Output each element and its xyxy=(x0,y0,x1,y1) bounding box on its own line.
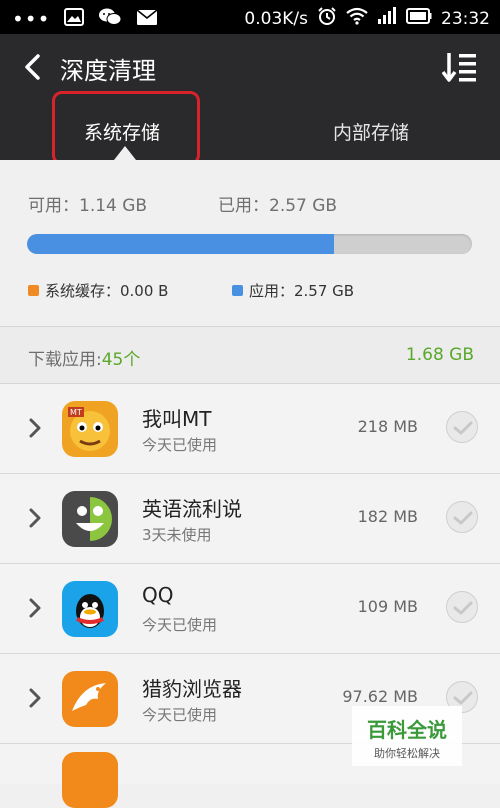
signal-icon xyxy=(377,7,397,30)
watermark-logo: 百科全说 助你轻松解决 xyxy=(352,706,462,766)
watermark-subtitle: 助你轻松解决 xyxy=(374,747,440,760)
clock: 23:32 xyxy=(441,8,490,29)
app-last-used: 3天未使用 xyxy=(142,526,212,544)
image-icon xyxy=(64,8,85,30)
header: 深度清理 系统存储 内部存储 xyxy=(0,34,500,165)
legend-system-cache: 系统缓存：0.00 B xyxy=(28,280,168,301)
app-name: 我叫MT xyxy=(142,407,212,431)
downloads-label: 下载应用:45个 xyxy=(28,345,140,370)
app-size: 182 MB xyxy=(357,507,418,526)
downloads-count: 45个 xyxy=(101,350,141,370)
list-item[interactable]: QQ 今天已使用 109 MB xyxy=(0,564,500,654)
notification-dots: ••• xyxy=(12,7,51,31)
select-checkbox[interactable] xyxy=(446,501,478,533)
page-title: 深度清理 xyxy=(60,57,156,85)
downloads-header: 下载应用:45个 1.68 GB xyxy=(0,327,500,384)
status-bar: ••• 0.03K/s 23:32 xyxy=(0,0,500,34)
app-icon xyxy=(62,752,118,808)
mail-icon xyxy=(136,8,158,30)
available-storage: 可用：1.14 GB xyxy=(28,196,148,216)
sort-icon xyxy=(441,53,476,82)
select-checkbox[interactable] xyxy=(446,411,478,443)
chevron-right-icon[interactable] xyxy=(28,687,42,709)
wifi-icon xyxy=(346,7,368,30)
app-name: QQ xyxy=(142,583,174,607)
alarm-icon xyxy=(317,6,337,31)
orange-square-icon xyxy=(28,285,39,296)
legend-apps: 应用：2.57 GB xyxy=(232,280,354,301)
legend-system-cache-label: 系统缓存：0.00 B xyxy=(45,282,169,300)
app-size: 109 MB xyxy=(357,597,418,616)
wechat-icon xyxy=(98,7,122,31)
list-item[interactable]: 英语流利说 3天未使用 182 MB xyxy=(0,474,500,564)
storage-usage-fill xyxy=(27,234,335,254)
app-name: 猎豹浏览器 xyxy=(142,677,242,701)
list-item[interactable]: MT 我叫MT 今天已使用 218 MB xyxy=(0,384,500,474)
mt-game-icon: MT xyxy=(62,401,118,457)
status-bar-left: ••• xyxy=(12,7,158,31)
tab-internal-storage[interactable]: 内部存储 xyxy=(333,118,409,145)
app-last-used: 今天已使用 xyxy=(142,436,218,454)
chevron-right-icon[interactable] xyxy=(28,597,42,619)
storage-summary: 可用：1.14 GB 已用：2.57 GB 系统缓存：0.00 B 应用：2.5… xyxy=(0,160,500,326)
app-name: 英语流利说 xyxy=(142,497,242,521)
cheetah-browser-icon xyxy=(62,671,118,727)
net-speed: 0.03K/s xyxy=(244,8,308,29)
chevron-right-icon[interactable] xyxy=(28,507,42,529)
active-tab-indicator xyxy=(114,146,136,160)
used-storage: 已用：2.57 GB xyxy=(218,196,338,216)
qq-icon xyxy=(62,581,118,637)
legend-apps-label: 应用：2.57 GB xyxy=(249,282,355,300)
app-last-used: 今天已使用 xyxy=(142,616,218,634)
status-bar-right: 0.03K/s 23:32 xyxy=(244,6,490,31)
blue-square-icon xyxy=(232,285,243,296)
app-last-used: 今天已使用 xyxy=(142,706,218,724)
checkmark-icon xyxy=(453,691,473,705)
back-button[interactable] xyxy=(20,52,46,82)
back-arrow-icon xyxy=(25,54,40,80)
watermark-title: 百科全说 xyxy=(367,718,447,742)
sort-button[interactable] xyxy=(441,51,478,83)
checkmark-icon xyxy=(453,511,473,525)
english-app-icon xyxy=(62,491,118,547)
battery-icon xyxy=(406,8,432,29)
checkmark-icon xyxy=(453,421,473,435)
downloads-label-text: 下载应用: xyxy=(28,350,102,370)
downloads-total-size: 1.68 GB xyxy=(405,345,474,365)
checkmark-icon xyxy=(453,601,473,615)
app-size: 218 MB xyxy=(357,417,418,436)
select-checkbox[interactable] xyxy=(446,591,478,623)
svg-text:MT: MT xyxy=(70,408,82,417)
chevron-right-icon[interactable] xyxy=(28,417,42,439)
app-size: 97.62 MB xyxy=(342,687,418,706)
storage-usage-bar xyxy=(27,234,472,254)
